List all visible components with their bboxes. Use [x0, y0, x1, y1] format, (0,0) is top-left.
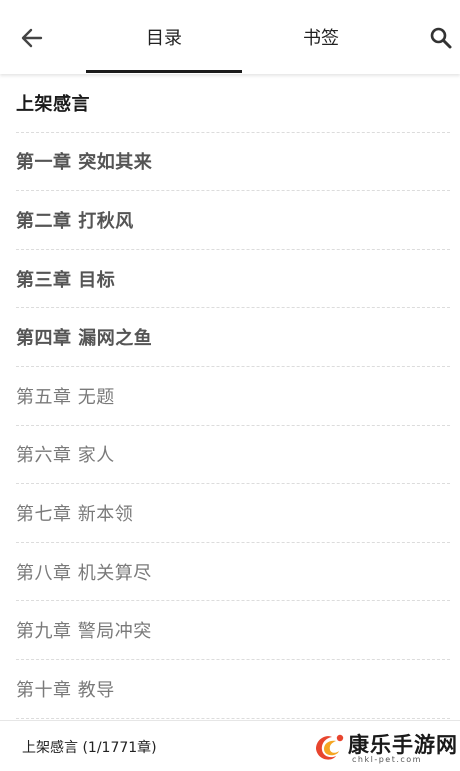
chapter-item[interactable]: 第一章 突如其来: [16, 133, 450, 192]
active-tab-indicator: [86, 70, 242, 73]
chapter-title: 第十章 教导: [16, 679, 115, 701]
back-button[interactable]: [16, 24, 48, 52]
chapter-item[interactable]: 上架感言: [16, 74, 450, 133]
watermark-logo: 康乐手游网 chkl-pet.com: [312, 727, 458, 767]
chapter-title: 上架感言: [16, 93, 90, 115]
chapter-item[interactable]: 第二章 打秋风: [16, 191, 450, 250]
chapter-title: 第六章 家人: [16, 445, 115, 467]
chapter-title: 第二章 打秋风: [16, 210, 134, 232]
chapter-item[interactable]: 第五章 无题: [16, 367, 450, 426]
tab-label: 目录: [146, 28, 182, 49]
chapter-item[interactable]: 第九章 警局冲突: [16, 601, 450, 660]
chapter-list: 上架感言 第一章 突如其来 第二章 打秋风 第三章 目标 第四章 漏网之鱼 第五章 无题第…: [0, 74, 460, 719]
tab-label: 书签: [303, 28, 339, 49]
chapter-title: 第五章 无题: [16, 386, 115, 408]
search-button[interactable]: [426, 24, 456, 52]
arrow-left-icon: [21, 28, 43, 48]
watermark-url: chkl-pet.com: [352, 755, 422, 764]
tab-table-of-contents[interactable]: 目录: [86, 0, 242, 74]
chapter-title: 第八章 机关算尽: [16, 562, 152, 584]
chapter-title: 第三章 目标: [16, 269, 116, 291]
chapter-item[interactable]: 第六章 家人: [16, 426, 450, 485]
chapter-title: 第七章 新本领: [16, 503, 134, 525]
tab-bookmarks[interactable]: 书签: [243, 0, 399, 74]
chapter-item[interactable]: 第七章 新本领: [16, 484, 450, 543]
top-bar: 目录 书签: [0, 0, 460, 74]
chapter-title: 第九章 警局冲突: [16, 621, 152, 643]
footer-bar: 上架感言 (1/1771章) 康乐手游网 chkl-pet.com: [0, 720, 460, 771]
chapter-item[interactable]: 第四章 漏网之鱼: [16, 308, 450, 367]
chapter-item[interactable]: 第十章 教导: [16, 660, 450, 719]
chapter-item[interactable]: 第八章 机关算尽: [16, 543, 450, 602]
flame-logo-icon: [316, 734, 344, 760]
chapter-title: 第四章 漏网之鱼: [16, 328, 153, 350]
chapter-title: 第一章 突如其来: [16, 152, 153, 174]
current-chapter-progress: 上架感言 (1/1771章): [22, 740, 157, 756]
chapter-item[interactable]: 第三章 目标: [16, 250, 450, 309]
search-icon: [430, 27, 452, 49]
